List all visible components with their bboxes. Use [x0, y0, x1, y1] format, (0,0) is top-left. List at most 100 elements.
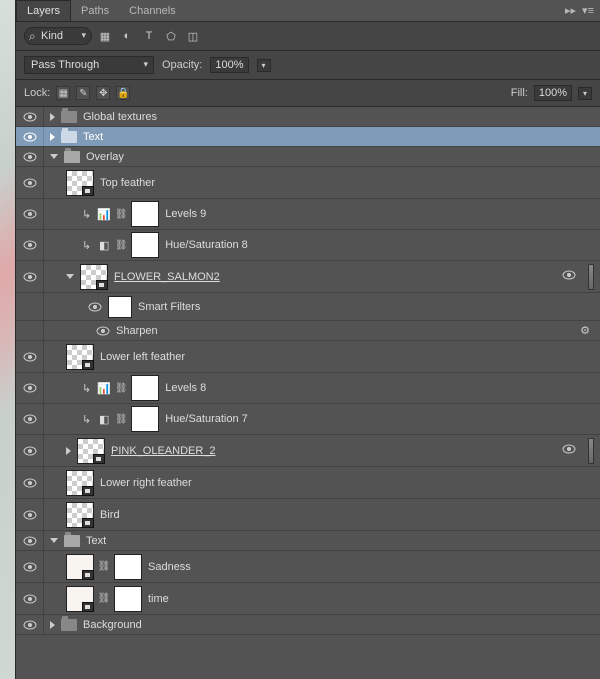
link-icon[interactable]: ⛓ — [100, 560, 108, 574]
visibility-toggle[interactable] — [23, 510, 37, 520]
tab-channels[interactable]: Channels — [119, 1, 185, 21]
filter-smartobject-icon[interactable]: ◫ — [186, 30, 200, 43]
layer-name[interactable]: time — [148, 593, 169, 605]
filter-mask-thumbnail[interactable] — [108, 296, 132, 318]
layer-thumbnail[interactable] — [66, 344, 94, 370]
layer-name[interactable]: Lower right feather — [100, 477, 192, 489]
filter-kind-select[interactable]: Kind — [24, 27, 92, 45]
lock-all-icon[interactable]: 🔒 — [116, 86, 130, 100]
layer-name[interactable]: Text — [86, 535, 106, 547]
visibility-toggle[interactable] — [23, 620, 37, 630]
filter-visibility-icon[interactable] — [562, 444, 576, 457]
disclosure-icon[interactable] — [50, 113, 55, 121]
layer-mask-thumbnail[interactable] — [114, 554, 142, 580]
filter-shape-icon[interactable]: ⬠ — [164, 30, 178, 43]
layer-mask-thumbnail[interactable] — [114, 586, 142, 612]
layer-name[interactable]: FLOWER_SALMON2 — [114, 271, 220, 283]
layer-thumbnail[interactable] — [80, 264, 108, 290]
layer-name[interactable]: Lower left feather — [100, 351, 185, 363]
layer-bird[interactable]: Bird — [16, 499, 600, 531]
layer-thumbnail[interactable] — [77, 438, 105, 464]
visibility-toggle[interactable] — [23, 594, 37, 604]
layer-name[interactable]: Top feather — [100, 177, 155, 189]
link-icon[interactable]: ⛓ — [117, 238, 125, 252]
smart-filter-sharpen[interactable]: Sharpen ⚙ — [16, 321, 600, 341]
layer-group-overlay[interactable]: Overlay — [16, 147, 600, 167]
visibility-toggle[interactable] — [23, 132, 37, 142]
layer-sadness[interactable]: ⛓ Sadness — [16, 551, 600, 583]
collapse-icon[interactable]: ▸▸ — [565, 4, 576, 17]
disclosure-icon[interactable] — [50, 154, 58, 159]
lock-pixels-icon[interactable]: ✎ — [76, 86, 90, 100]
layer-pink-oleander-2[interactable]: PINK_OLEANDER_2 — [16, 435, 600, 467]
visibility-toggle[interactable] — [23, 209, 37, 219]
panel-menu-icon[interactable]: ▾≡ — [582, 4, 594, 17]
fill-input[interactable]: 100% — [534, 85, 572, 101]
filter-adjustment-icon[interactable]: ◐ — [120, 30, 134, 42]
visibility-toggle[interactable] — [23, 240, 37, 250]
link-icon[interactable]: ⛓ — [117, 207, 125, 221]
opacity-caret-icon[interactable]: ▾ — [257, 59, 271, 72]
layer-thumbnail[interactable] — [66, 554, 94, 580]
filter-scrub-handle[interactable] — [588, 438, 594, 464]
visibility-toggle[interactable] — [23, 478, 37, 488]
layer-mask-thumbnail[interactable] — [131, 201, 159, 227]
disclosure-icon[interactable] — [66, 447, 71, 455]
layer-thumbnail[interactable] — [66, 502, 94, 528]
tab-paths[interactable]: Paths — [71, 1, 119, 21]
disclosure-icon[interactable] — [50, 538, 58, 543]
layer-levels-8[interactable]: ↳ 📊 ⛓ Levels 8 — [16, 373, 600, 404]
layer-name[interactable]: Overlay — [86, 151, 124, 163]
layer-name[interactable]: Background — [83, 619, 142, 631]
layer-lower-right-feather[interactable]: Lower right feather — [16, 467, 600, 499]
layer-name[interactable]: Sadness — [148, 561, 191, 573]
layer-name[interactable]: Text — [83, 131, 103, 143]
layer-hue-saturation-8[interactable]: ↳ ◧ ⛓ Hue/Saturation 8 — [16, 230, 600, 261]
visibility-toggle[interactable] — [23, 446, 37, 456]
disclosure-icon[interactable] — [66, 274, 74, 279]
visibility-toggle[interactable] — [96, 326, 110, 336]
layer-levels-9[interactable]: ↳ 📊 ⛓ Levels 9 — [16, 199, 600, 230]
visibility-toggle[interactable] — [23, 178, 37, 188]
lock-transparent-icon[interactable]: ▦ — [56, 86, 70, 100]
layer-group-text-bottom[interactable]: Text — [16, 531, 600, 551]
smart-filters-header[interactable]: Smart Filters — [16, 293, 600, 321]
visibility-toggle[interactable] — [23, 152, 37, 162]
layer-time[interactable]: ⛓ time — [16, 583, 600, 615]
layer-group-text-selected[interactable]: Text — [16, 127, 600, 147]
visibility-toggle[interactable] — [88, 302, 102, 312]
filter-pixel-icon[interactable]: ▦ — [98, 30, 112, 43]
layer-thumbnail[interactable] — [66, 586, 94, 612]
link-icon[interactable]: ⛓ — [117, 381, 125, 395]
filter-type-icon[interactable]: T — [142, 30, 156, 42]
filter-visibility-icon[interactable] — [562, 270, 576, 283]
visibility-toggle[interactable] — [23, 112, 37, 122]
visibility-toggle[interactable] — [23, 352, 37, 362]
fill-caret-icon[interactable]: ▾ — [578, 87, 592, 100]
disclosure-icon[interactable] — [50, 621, 55, 629]
layer-name[interactable]: Global textures — [83, 111, 157, 123]
layer-hue-saturation-7[interactable]: ↳ ◧ ⛓ Hue/Saturation 7 — [16, 404, 600, 435]
link-icon[interactable]: ⛓ — [117, 412, 125, 426]
disclosure-icon[interactable] — [50, 133, 55, 141]
tab-layers[interactable]: Layers — [16, 0, 71, 21]
visibility-toggle[interactable] — [23, 536, 37, 546]
layer-name[interactable]: Levels 9 — [165, 208, 206, 220]
filter-blending-options-icon[interactable]: ⚙ — [580, 324, 590, 337]
layer-thumbnail[interactable] — [66, 470, 94, 496]
layer-name[interactable]: Hue/Saturation 8 — [165, 239, 248, 251]
opacity-input[interactable]: 100% — [210, 57, 248, 73]
layer-flower-salmon2[interactable]: FLOWER_SALMON2 — [16, 261, 600, 293]
layer-mask-thumbnail[interactable] — [131, 406, 159, 432]
layers-list[interactable]: Global textures Text Overlay — [16, 107, 600, 679]
layer-lower-left-feather[interactable]: Lower left feather — [16, 341, 600, 373]
lock-position-icon[interactable]: ✥ — [96, 86, 110, 100]
layer-name[interactable]: PINK_OLEANDER_2 — [111, 445, 216, 457]
visibility-toggle[interactable] — [23, 414, 37, 424]
filter-scrub-handle[interactable] — [588, 264, 594, 290]
link-icon[interactable]: ⛓ — [100, 592, 108, 606]
layer-top-feather[interactable]: Top feather — [16, 167, 600, 199]
layer-name[interactable]: Bird — [100, 509, 120, 521]
layer-thumbnail[interactable] — [66, 170, 94, 196]
visibility-toggle[interactable] — [23, 272, 37, 282]
